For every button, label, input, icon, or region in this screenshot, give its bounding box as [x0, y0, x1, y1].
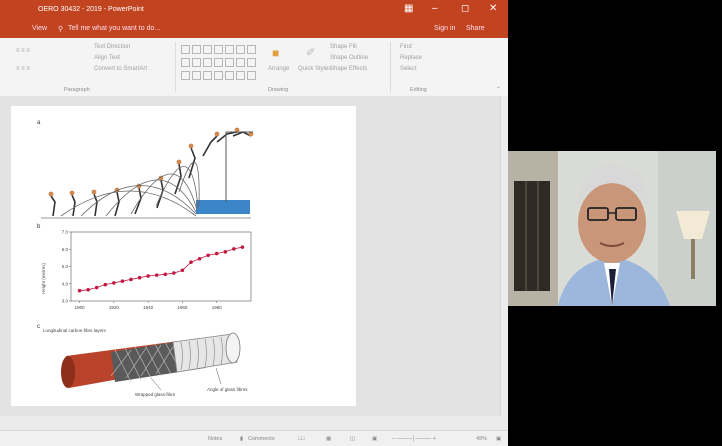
text-direction-button[interactable]: Text Direction — [94, 44, 130, 50]
shape-effects-button[interactable]: Shape Effects — [330, 66, 367, 72]
status-bar: Notes ▮ Comments □□ ▦ ◫ ▣ – ────│──── + … — [0, 430, 508, 446]
replace-button[interactable]: Replace — [400, 55, 422, 61]
fibre-angle-annotation: Angle of glass fibres — [207, 387, 248, 392]
tab-view[interactable]: View — [32, 25, 47, 32]
pole-cross-section — [61, 332, 241, 388]
chart-plot-frame — [70, 231, 252, 302]
data-point — [77, 288, 82, 293]
y-tick-label: 3.0 — [62, 299, 69, 304]
slideshow-icon[interactable]: ▣ — [372, 436, 377, 442]
panel-a-label: a — [37, 120, 41, 126]
collapse-ribbon-icon[interactable]: ⌃ — [496, 86, 501, 93]
vertical-scrollbar[interactable] — [500, 96, 508, 416]
data-point — [189, 260, 193, 264]
window-title: OERO 30432 - 2019 - PowerPoint — [38, 6, 144, 13]
maximize-icon[interactable]: ◻ — [461, 3, 469, 14]
quick-styles-icon[interactable]: ✐ — [306, 46, 315, 59]
editing-group-label: Editing — [410, 87, 427, 93]
presenter-video-frame — [508, 151, 716, 306]
data-point — [214, 251, 219, 256]
data-point — [232, 247, 236, 251]
data-point — [129, 277, 133, 282]
current-slide[interactable]: a b Height (metres) 3.0 4.0 5.0 6.0 7.0 … — [11, 106, 356, 406]
ribbon-separator — [390, 42, 391, 92]
data-point — [86, 287, 90, 292]
x-tick-label: 1940 — [143, 305, 154, 310]
data-point — [154, 273, 159, 277]
indent-icon[interactable]: ≡ ≡ ≡ — [16, 66, 30, 72]
normal-view-icon[interactable]: □□ — [298, 436, 305, 442]
carbon-layer-annotation: Longitudinal carbon-fibre layers — [43, 328, 107, 333]
minimize-icon[interactable]: – — [432, 3, 438, 14]
zoom-slider[interactable]: – ────│──── + — [392, 436, 436, 442]
notes-pane[interactable] — [0, 416, 508, 430]
fit-slide-icon[interactable]: ▣ — [496, 436, 501, 442]
reading-view-icon[interactable]: ◫ — [350, 436, 355, 442]
data-point — [197, 256, 202, 261]
slide-sorter-icon[interactable]: ▦ — [326, 436, 331, 442]
glass-fibre-annotation: Wrapped glass-fibre — [135, 392, 176, 397]
ribbon-separator — [175, 42, 176, 92]
convert-smartart-button[interactable]: Convert to SmartArt — [94, 66, 147, 72]
select-button[interactable]: Select — [400, 66, 417, 72]
data-point — [223, 250, 228, 254]
close-icon[interactable]: ✕ — [489, 3, 497, 14]
align-text-button[interactable]: Align Text — [94, 55, 120, 61]
title-bar: OERO 30432 - 2019 - PowerPoint ▦ – ◻ ✕ — [0, 0, 508, 20]
zoom-level[interactable]: 49% — [476, 436, 487, 442]
sign-in-link[interactable]: Sign in — [434, 25, 455, 32]
data-point — [103, 282, 108, 287]
data-point — [94, 285, 99, 290]
panel-c-label: c — [37, 324, 40, 330]
tell-me-icon[interactable]: ⚲ — [58, 25, 63, 33]
data-point — [240, 245, 245, 249]
ribbon: ≡ ≡ ≡ ≡ ≡ ≡ Text Direction Align Text Co… — [0, 38, 508, 97]
ribbon-tab-bar: View ⚲ Tell me what you want to do... Si… — [0, 20, 508, 38]
data-point — [120, 279, 125, 283]
shape-fill-button[interactable]: Shape Fill — [330, 44, 357, 50]
data-point — [206, 253, 210, 258]
slide-content: a b Height (metres) 3.04.05.06.07.01900 … — [37, 120, 254, 397]
height-chart: 3.0 4.0 5.0 6.0 7.0 1900 1920 1940 1960 1980 — [62, 230, 252, 310]
data-point — [137, 275, 142, 280]
notes-button[interactable]: Notes — [208, 436, 222, 442]
paragraph-group-label: Paragraph — [64, 87, 90, 93]
shape-outline-button[interactable]: Shape Outline — [330, 55, 368, 61]
data-point — [112, 281, 116, 285]
align-left-icon[interactable]: ≡ ≡ ≡ — [16, 48, 30, 54]
pole-vault-bar — [225, 131, 253, 202]
panel-b-label: b — [37, 224, 41, 230]
arrange-button[interactable]: Arrange — [268, 66, 289, 72]
y-tick-label: 6.0 — [62, 247, 69, 252]
data-point — [163, 272, 168, 277]
x-tick-label: 1920 — [109, 305, 120, 310]
ribbon-display-icon[interactable]: ▦ — [404, 3, 413, 14]
y-tick-label: 7.0 — [62, 230, 69, 235]
drawing-group-label: Drawing — [268, 87, 289, 93]
arrange-icon[interactable]: ■ — [272, 46, 279, 60]
y-tick-label: 5.0 — [62, 264, 69, 269]
comments-icon[interactable]: ▮ — [240, 436, 243, 442]
find-button[interactable]: Find — [400, 44, 412, 50]
x-tick-label: 1980 — [212, 305, 223, 310]
data-point — [146, 274, 150, 278]
powerpoint-window: OERO 30432 - 2019 - PowerPoint ▦ – ◻ ✕ V… — [0, 0, 508, 446]
slide-editing-area: a b Height (metres) 3.0 4.0 5.0 6.0 7.0 … — [0, 96, 508, 416]
comments-button[interactable]: Comments — [248, 436, 275, 442]
chart-y-axis-label: Height (metres) — [41, 262, 46, 294]
pole-arcs — [60, 161, 200, 217]
data-point — [172, 271, 176, 275]
shapes-gallery[interactable] — [180, 44, 260, 80]
quick-styles-button[interactable]: Quick Styles — [298, 66, 331, 72]
data-point — [180, 268, 185, 273]
webcam-video — [508, 151, 716, 306]
tell-me-search[interactable]: Tell me what you want to do... — [68, 25, 160, 32]
landing-mat — [196, 200, 250, 214]
x-tick-label: 1900 — [75, 305, 86, 310]
x-tick-label: 1960 — [177, 305, 188, 310]
y-tick-label: 4.0 — [62, 281, 69, 286]
share-button[interactable]: Share — [466, 25, 485, 32]
